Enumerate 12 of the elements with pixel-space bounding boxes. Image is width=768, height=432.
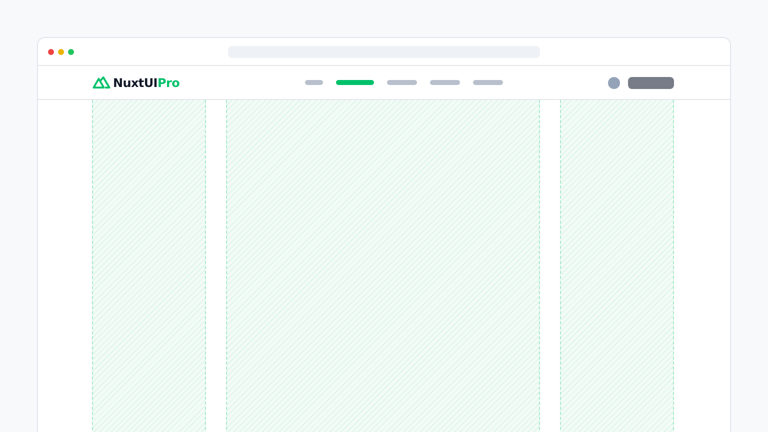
avatar-icon[interactable] [608,76,620,88]
logo-text[interactable]: NuxtUIPro [113,76,180,90]
maximize-dot-icon[interactable] [68,48,74,54]
nav-link-placeholder[interactable] [386,80,417,85]
nav-link-placeholder[interactable] [304,80,323,85]
button-placeholder[interactable] [628,76,674,88]
nav-link-placeholder[interactable] [472,80,503,85]
nav-link-placeholder[interactable] [430,80,460,85]
minimize-dot-icon[interactable] [58,48,64,54]
logo-mark-icon [92,76,111,89]
close-dot-icon[interactable] [48,48,54,54]
nav-link-placeholder[interactable] [336,80,374,85]
